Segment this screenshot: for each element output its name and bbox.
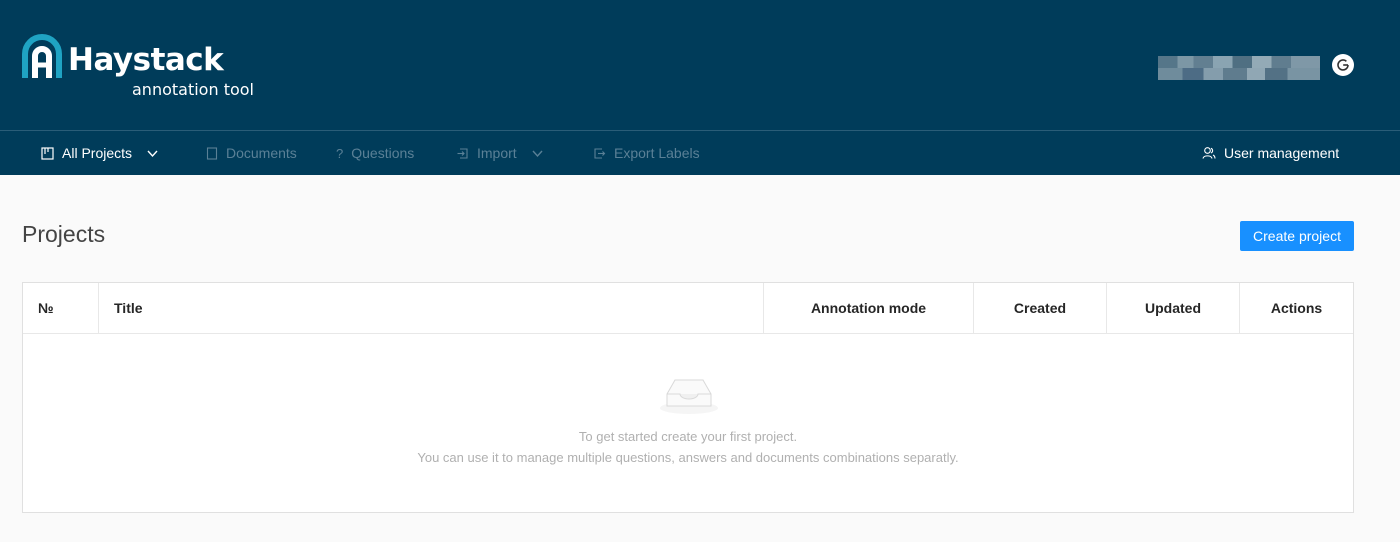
chevron-down-icon bbox=[532, 150, 543, 157]
nav-questions[interactable]: ? Questions bbox=[336, 131, 414, 175]
create-project-button[interactable]: Create project bbox=[1240, 221, 1354, 251]
nav-questions-label: Questions bbox=[351, 145, 415, 161]
google-account-button[interactable] bbox=[1332, 54, 1354, 76]
haystack-logo[interactable]: Haystack annotation tool bbox=[22, 34, 282, 104]
column-header-number[interactable]: № bbox=[23, 283, 99, 333]
nav-documents-label: Documents bbox=[226, 145, 297, 161]
column-header-annotation-mode[interactable]: Annotation mode bbox=[764, 283, 974, 333]
empty-state-hint: You can use it to manage multiple questi… bbox=[417, 450, 959, 465]
board-icon bbox=[41, 146, 54, 160]
nav-export-labels-label: Export Labels bbox=[614, 145, 700, 161]
column-header-title[interactable]: Title bbox=[99, 283, 764, 333]
nav-all-projects-label: All Projects bbox=[62, 145, 133, 161]
export-icon bbox=[594, 147, 606, 159]
chevron-down-icon bbox=[147, 150, 158, 157]
nav-export-labels[interactable]: Export Labels bbox=[593, 131, 700, 175]
question-icon: ? bbox=[336, 145, 344, 161]
top-header: Haystack annotation tool bbox=[0, 0, 1400, 130]
column-header-actions: Actions bbox=[1270, 300, 1323, 316]
nav-import[interactable]: Import bbox=[456, 131, 544, 175]
main-nav: All Projects Documents ? Questions Impor… bbox=[0, 130, 1400, 175]
column-header-updated[interactable]: Updated bbox=[1107, 283, 1240, 333]
document-icon bbox=[206, 146, 218, 160]
users-icon bbox=[1202, 147, 1216, 159]
haystack-logo-icon bbox=[22, 34, 62, 78]
nav-all-projects[interactable]: All Projects bbox=[41, 131, 159, 175]
column-header-created[interactable]: Created bbox=[974, 283, 1107, 333]
import-icon bbox=[457, 147, 468, 159]
table-header: № Title Annotation mode Created Updated … bbox=[23, 283, 1353, 334]
nav-import-label: Import bbox=[477, 145, 517, 161]
empty-state-message: To get started create your first project… bbox=[578, 429, 798, 444]
logo-wordmark: Haystack bbox=[68, 42, 224, 78]
google-icon bbox=[1337, 59, 1349, 71]
page-title: Projects bbox=[22, 221, 106, 247]
inbox-icon bbox=[660, 379, 718, 414]
nav-user-management-label: User management bbox=[1224, 145, 1340, 161]
projects-table: № Title Annotation mode Created Updated … bbox=[22, 282, 1354, 513]
nav-documents[interactable]: Documents bbox=[206, 131, 297, 175]
nav-user-management[interactable]: User management bbox=[1202, 131, 1339, 175]
empty-state: To get started create your first project… bbox=[23, 334, 1353, 512]
user-name-redacted bbox=[1158, 56, 1320, 80]
logo-subtitle: annotation tool bbox=[132, 80, 254, 99]
